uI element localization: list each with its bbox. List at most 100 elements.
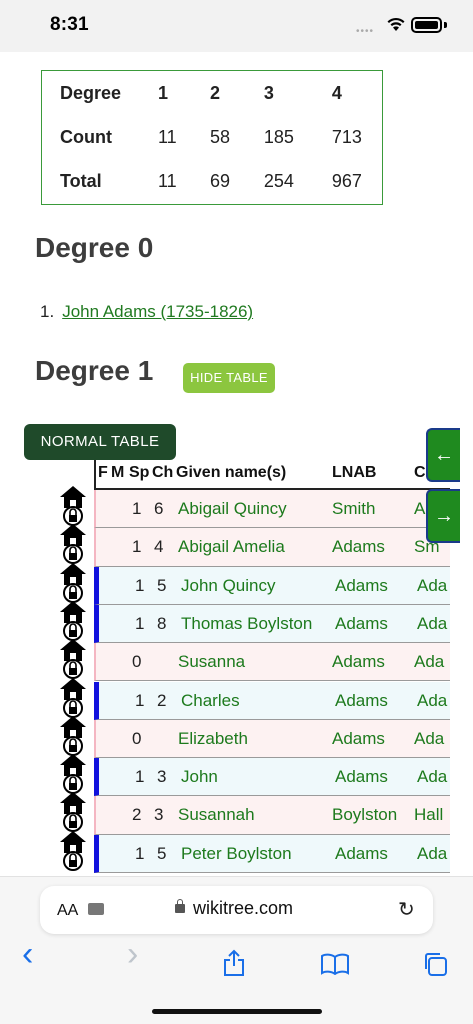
right-arrow-icon: → (434, 505, 454, 527)
row-cells: 1 4 Abigail Amelia Adams Sm (94, 528, 450, 567)
table-row[interactable]: 1 6 Abigail Quincy Smith A (56, 486, 450, 529)
summary-cell: 4 (331, 82, 342, 103)
table-row[interactable]: 0 Susanna Adams Ada (56, 639, 450, 682)
table-row[interactable]: 1 8 Thomas Boylston Adams Ada (56, 600, 450, 644)
cl-link[interactable]: Hall (414, 805, 443, 825)
summary-row-label: Count (60, 126, 112, 147)
cl-link[interactable]: Ada (417, 844, 447, 864)
row-cells: 0 Susanna Adams Ada (94, 643, 450, 682)
summary-row-label: Degree (60, 82, 122, 103)
header-given-names[interactable]: Given name(s) (176, 464, 286, 482)
header-lnab[interactable]: LNAB (332, 464, 376, 482)
summary-cell: 11 (158, 126, 177, 147)
summary-cell: 58 (209, 126, 230, 147)
lnab-link[interactable]: Adams (332, 729, 385, 749)
table-row[interactable]: 1 4 Abigail Amelia Adams Sm (56, 524, 450, 567)
scroll-left-button[interactable]: ← (426, 428, 460, 482)
home-indicator (152, 1009, 322, 1014)
given-name-link[interactable]: John Quincy (181, 576, 276, 596)
cl-link[interactable]: Ada (414, 729, 444, 749)
battery-icon (411, 17, 442, 33)
spouse-count: 1 (135, 613, 145, 633)
extension-icon[interactable] (88, 903, 104, 915)
scroll-right-button[interactable]: → (426, 489, 460, 543)
summary-cell: 3 (263, 82, 274, 103)
row-cells: 1 5 Peter Boylston Adams Ada (94, 834, 450, 873)
cl-link[interactable]: Ada (417, 614, 447, 634)
given-name-link[interactable]: Abigail Amelia (178, 537, 285, 557)
table-row[interactable]: 0 Elizabeth Adams Ada (56, 715, 450, 759)
bookmarks-icon[interactable] (320, 953, 350, 975)
given-name-link[interactable]: Susannah (178, 805, 255, 825)
lnab-link[interactable]: Adams (335, 614, 388, 634)
table-row[interactable]: 1 2 Charles Adams Ada (56, 677, 450, 720)
spouse-count: 1 (135, 843, 145, 863)
children-count: 3 (154, 805, 164, 825)
lnab-link[interactable]: Adams (335, 844, 388, 864)
table-header: F M Sp Ch Given name(s) LNAB Cl (94, 460, 450, 490)
address-bar[interactable]: AA wikitree.com ↻ (40, 886, 433, 934)
share-icon[interactable] (222, 949, 246, 977)
lnab-link[interactable]: Adams (335, 767, 388, 787)
degree-0-heading: Degree 0 (35, 232, 154, 263)
tabs-icon[interactable] (422, 951, 448, 977)
hide-table-button[interactable]: HIDE TABLE (183, 363, 275, 393)
cellular-signal-icon: •••• (356, 26, 375, 37)
john-adams-link[interactable]: John Adams (1735-1826) (62, 302, 253, 321)
left-arrow-icon: ← (434, 444, 454, 466)
header-sp[interactable]: Sp (129, 464, 149, 482)
normal-table-button[interactable]: NORMAL TABLE (24, 424, 176, 460)
row-cells: 1 5 John Quincy Adams Ada (94, 566, 450, 605)
summary-cell: 1 (158, 82, 169, 103)
lnab-link[interactable]: Adams (335, 691, 388, 711)
lnab-link[interactable]: Smith (332, 499, 375, 519)
children-count: 8 (157, 613, 167, 633)
cl-link[interactable]: Ada (417, 691, 447, 711)
degree-1-heading: Degree 1 (35, 355, 154, 386)
lnab-link[interactable]: Adams (332, 652, 385, 672)
lnab-link[interactable]: Boylston (332, 805, 397, 825)
table-row[interactable]: 1 5 John Quincy Adams Ada (56, 562, 450, 605)
header-ch[interactable]: Ch (152, 464, 173, 482)
row-cells: 0 Elizabeth Adams Ada (94, 719, 450, 759)
summary-cell: 254 (263, 171, 294, 192)
wifi-icon (387, 17, 405, 31)
degree-0-list-item: 1. John Adams (1735-1826) (40, 302, 253, 322)
given-name-link[interactable]: John (181, 767, 218, 787)
cl-link[interactable]: Ada (417, 767, 447, 787)
spouse-count: 1 (135, 690, 145, 710)
lnab-link[interactable]: Adams (335, 576, 388, 596)
back-button[interactable]: ‹ (22, 935, 33, 974)
given-name-link[interactable]: Thomas Boylston (181, 614, 312, 634)
row-cells: 2 3 Susannah Boylston Hall (94, 796, 450, 835)
lnab-link[interactable]: Adams (332, 537, 385, 557)
table-row[interactable]: 1 5 Peter Boylston Adams Ada (56, 830, 450, 873)
url-text[interactable]: wikitree.com (193, 898, 293, 919)
cl-link[interactable]: A (414, 499, 425, 519)
house-lock-icon[interactable] (58, 829, 88, 875)
children-count: 3 (157, 767, 167, 787)
summary-row: Degree 1 2 3 4 (42, 71, 382, 115)
safari-toolbar: AA wikitree.com ↻ ‹ › (0, 876, 473, 1024)
summary-row: Total 11 69 254 967 (42, 160, 382, 204)
given-name-link[interactable]: Peter Boylston (181, 844, 292, 864)
status-time: 8:31 (50, 14, 89, 35)
given-name-link[interactable]: Abigail Quincy (178, 499, 287, 519)
battery-tip (444, 22, 447, 28)
summary-cell: 713 (331, 126, 362, 147)
header-m[interactable]: M (111, 464, 124, 482)
relatives-table: F M Sp Ch Given name(s) LNAB Cl 1 6 Abigai… (56, 460, 450, 876)
given-name-link[interactable]: Susanna (178, 652, 245, 672)
given-name-link[interactable]: Elizabeth (178, 729, 248, 749)
table-row[interactable]: 2 3 Susannah Boylston Hall (56, 792, 450, 835)
degree-summary-table: Degree 1 2 3 4 Count 11 58 185 713 Total 11 69 254 967 (41, 70, 383, 205)
forward-button[interactable]: › (127, 935, 138, 974)
table-row[interactable]: 1 3 John Adams Ada (56, 754, 450, 797)
cl-link[interactable]: Ada (414, 652, 444, 672)
cl-link[interactable]: Ada (417, 576, 447, 596)
reader-aa-button[interactable]: AA (57, 902, 78, 920)
reload-icon[interactable]: ↻ (398, 897, 415, 922)
given-name-link[interactable]: Charles (181, 691, 240, 711)
children-count: 4 (154, 537, 164, 557)
header-f[interactable]: F (98, 464, 108, 482)
